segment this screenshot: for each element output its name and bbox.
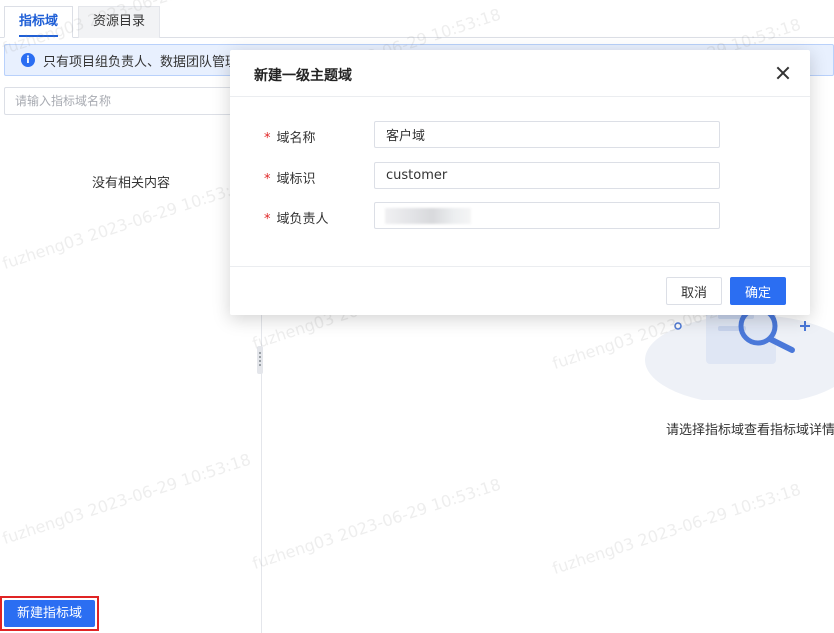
redacted-owner-value xyxy=(385,208,471,224)
required-mark: * xyxy=(264,131,271,146)
field-label-text: 域名称 xyxy=(276,131,316,146)
domain-id-input[interactable] xyxy=(374,162,720,189)
required-mark: * xyxy=(264,212,271,227)
required-mark: * xyxy=(264,172,271,187)
form-row-domain-owner: * 域负责人 xyxy=(230,202,810,230)
field-label: * 域名称 xyxy=(264,127,316,146)
dialog-footer: 取消 确定 xyxy=(230,266,810,315)
app-root: 指标域 资源目录 i 只有项目组负责人、数据团队管理者 没有相关内容 新建指标域… xyxy=(0,0,834,633)
field-label-text: 域标识 xyxy=(276,172,316,187)
confirm-button[interactable]: 确定 xyxy=(730,277,786,305)
field-label: * 域标识 xyxy=(264,168,316,187)
new-domain-dialog: 新建一级主题域 * 域名称 * 域标识 * 域负责人 取消 确定 xyxy=(230,50,810,315)
cancel-button[interactable]: 取消 xyxy=(666,277,722,305)
close-icon[interactable] xyxy=(776,66,790,80)
dialog-title: 新建一级主题域 xyxy=(254,68,352,84)
form-row-domain-name: * 域名称 xyxy=(230,121,810,149)
domain-name-input[interactable] xyxy=(374,121,720,148)
form-row-domain-id: * 域标识 xyxy=(230,162,810,190)
field-label-text: 域负责人 xyxy=(276,212,329,227)
field-label: * 域负责人 xyxy=(264,208,329,227)
dialog-header: 新建一级主题域 xyxy=(230,50,810,97)
